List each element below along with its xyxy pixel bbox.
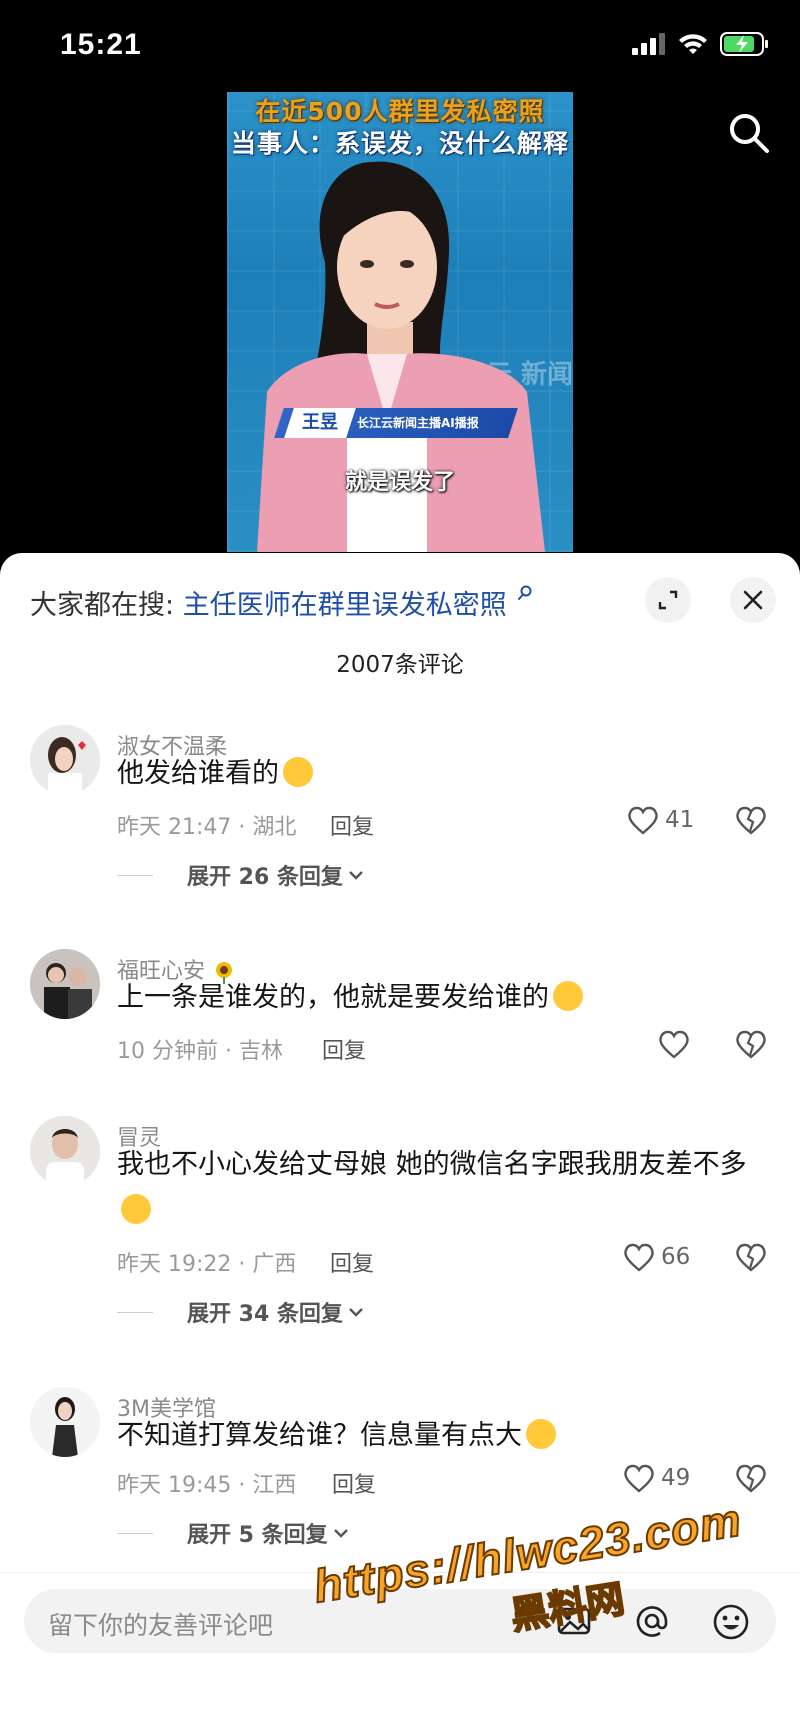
comment-meta: 昨天 21:47 · 湖北 <box>117 815 297 840</box>
smirk-emoji <box>553 980 583 1011</box>
dislike-button[interactable] <box>735 1029 767 1063</box>
comment-meta: 10 分钟前 · 吉林 <box>117 1039 283 1064</box>
avatar[interactable] <box>30 1116 100 1186</box>
reply-button[interactable]: 回复 <box>330 1246 374 1278</box>
expand-replies-label: 展开 34 条回复 <box>187 1302 343 1327</box>
emoji-icon[interactable] <box>712 1603 750 1641</box>
anchor-name-plate: 王昱 长江云新闻主播AI播报 <box>274 408 518 438</box>
comment-item: 福旺心安 上一条是谁发的，他就是要发给谁的 10 分钟前 · 吉林 回复 <box>0 949 800 1099</box>
anchor-name: 王昱 <box>302 412 338 433</box>
battery-icon <box>720 32 768 56</box>
close-icon <box>743 590 763 610</box>
like-button[interactable]: 41 <box>627 805 694 835</box>
comment-text: 他发给谁看的 <box>117 751 757 797</box>
hot-search-link[interactable]: 主任医师在群里误发私密照 <box>183 590 507 621</box>
heart-icon <box>628 806 658 835</box>
comment-text: 我也不小心发给丈母娘 她的微信名字跟我朋友差不多 <box>117 1142 757 1234</box>
heart-icon <box>624 1243 654 1272</box>
like-button[interactable]: 49 <box>623 1463 690 1493</box>
comment-text: 不知道打算发给谁？信息量有点大 <box>117 1413 757 1459</box>
expand-button[interactable] <box>645 577 691 623</box>
reply-button[interactable]: 回复 <box>332 1467 376 1499</box>
search-icon <box>730 114 769 153</box>
heart-broken-icon <box>736 1030 766 1059</box>
video-subtitle: 就是误发了 <box>344 470 455 495</box>
close-button[interactable] <box>730 577 776 623</box>
reply-button[interactable]: 回复 <box>330 809 374 841</box>
anchor-title: 长江云新闻主播AI播报 <box>357 416 479 430</box>
heart-icon <box>624 1464 654 1493</box>
comment-meta: 昨天 19:22 · 广西 <box>117 1252 297 1277</box>
avatar[interactable] <box>30 725 100 795</box>
comment-text: 上一条是谁发的，他就是要发给谁的 <box>117 975 757 1021</box>
search-small-icon <box>518 585 532 600</box>
status-time: 15:21 <box>60 28 142 61</box>
expand-replies-label: 展开 5 条回复 <box>187 1523 328 1548</box>
like-button[interactable]: 66 <box>623 1242 690 1272</box>
avatar[interactable] <box>30 1387 100 1457</box>
status-bar: 15:21 <box>0 0 800 90</box>
comment-count: 2007条评论 <box>336 652 464 678</box>
crying-laugh-emoji <box>283 756 313 787</box>
wifi-icon <box>679 34 707 54</box>
status-icons <box>632 32 770 56</box>
chevron-down-icon <box>349 1308 363 1317</box>
hot-search[interactable]: 大家都在搜: 主任医师在群里误发私密照 <box>30 583 533 622</box>
comment-item: 淑女不温柔 他发给谁看的 昨天 21:47 · 湖北 回复 41 展开 26 条… <box>0 725 800 945</box>
expand-replies-label: 展开 26 条回复 <box>187 865 343 890</box>
signal-icon <box>632 33 665 55</box>
expand-replies-button[interactable]: 展开 34 条回复 <box>117 1296 365 1328</box>
grin-sweat-emoji <box>121 1193 151 1224</box>
heart-icon <box>659 1030 689 1059</box>
like-count: 49 <box>661 1465 691 1491</box>
expand-replies-button[interactable]: 展开 5 条回复 <box>117 1517 350 1549</box>
app-screen: 15:21 在近500人群里发私密照 当事人：系误发，没什么解释 新闻 王昱 长… <box>0 0 800 1731</box>
like-button[interactable] <box>658 1029 690 1059</box>
grin-sweat-emoji <box>526 1418 556 1449</box>
dislike-button[interactable] <box>735 805 767 839</box>
like-count: 41 <box>665 807 695 833</box>
chevron-down-icon <box>333 1529 348 1538</box>
like-count: 66 <box>661 1244 691 1270</box>
dislike-button[interactable] <box>735 1242 767 1276</box>
avatar[interactable] <box>30 949 100 1019</box>
comment-item: 冒灵 我也不小心发给丈母娘 她的微信名字跟我朋友差不多 昨天 19:22 · 广… <box>0 1116 800 1366</box>
expand-replies-button[interactable]: 展开 26 条回复 <box>117 859 365 891</box>
heart-broken-icon <box>736 1243 766 1272</box>
expand-icon <box>658 590 678 610</box>
chevron-down-icon <box>349 871 363 880</box>
comment-meta: 昨天 19:45 · 江西 <box>117 1473 297 1498</box>
heart-broken-icon <box>736 806 766 835</box>
comment-input-placeholder: 留下你的友善评论吧 <box>48 1611 274 1640</box>
reply-button[interactable]: 回复 <box>322 1033 366 1065</box>
hot-search-prefix: 大家都在搜: <box>30 590 175 621</box>
video-player[interactable]: 在近500人群里发私密照 当事人：系误发，没什么解释 长江云 新闻 王昱 长江云… <box>227 92 573 552</box>
search-button[interactable] <box>728 112 770 158</box>
